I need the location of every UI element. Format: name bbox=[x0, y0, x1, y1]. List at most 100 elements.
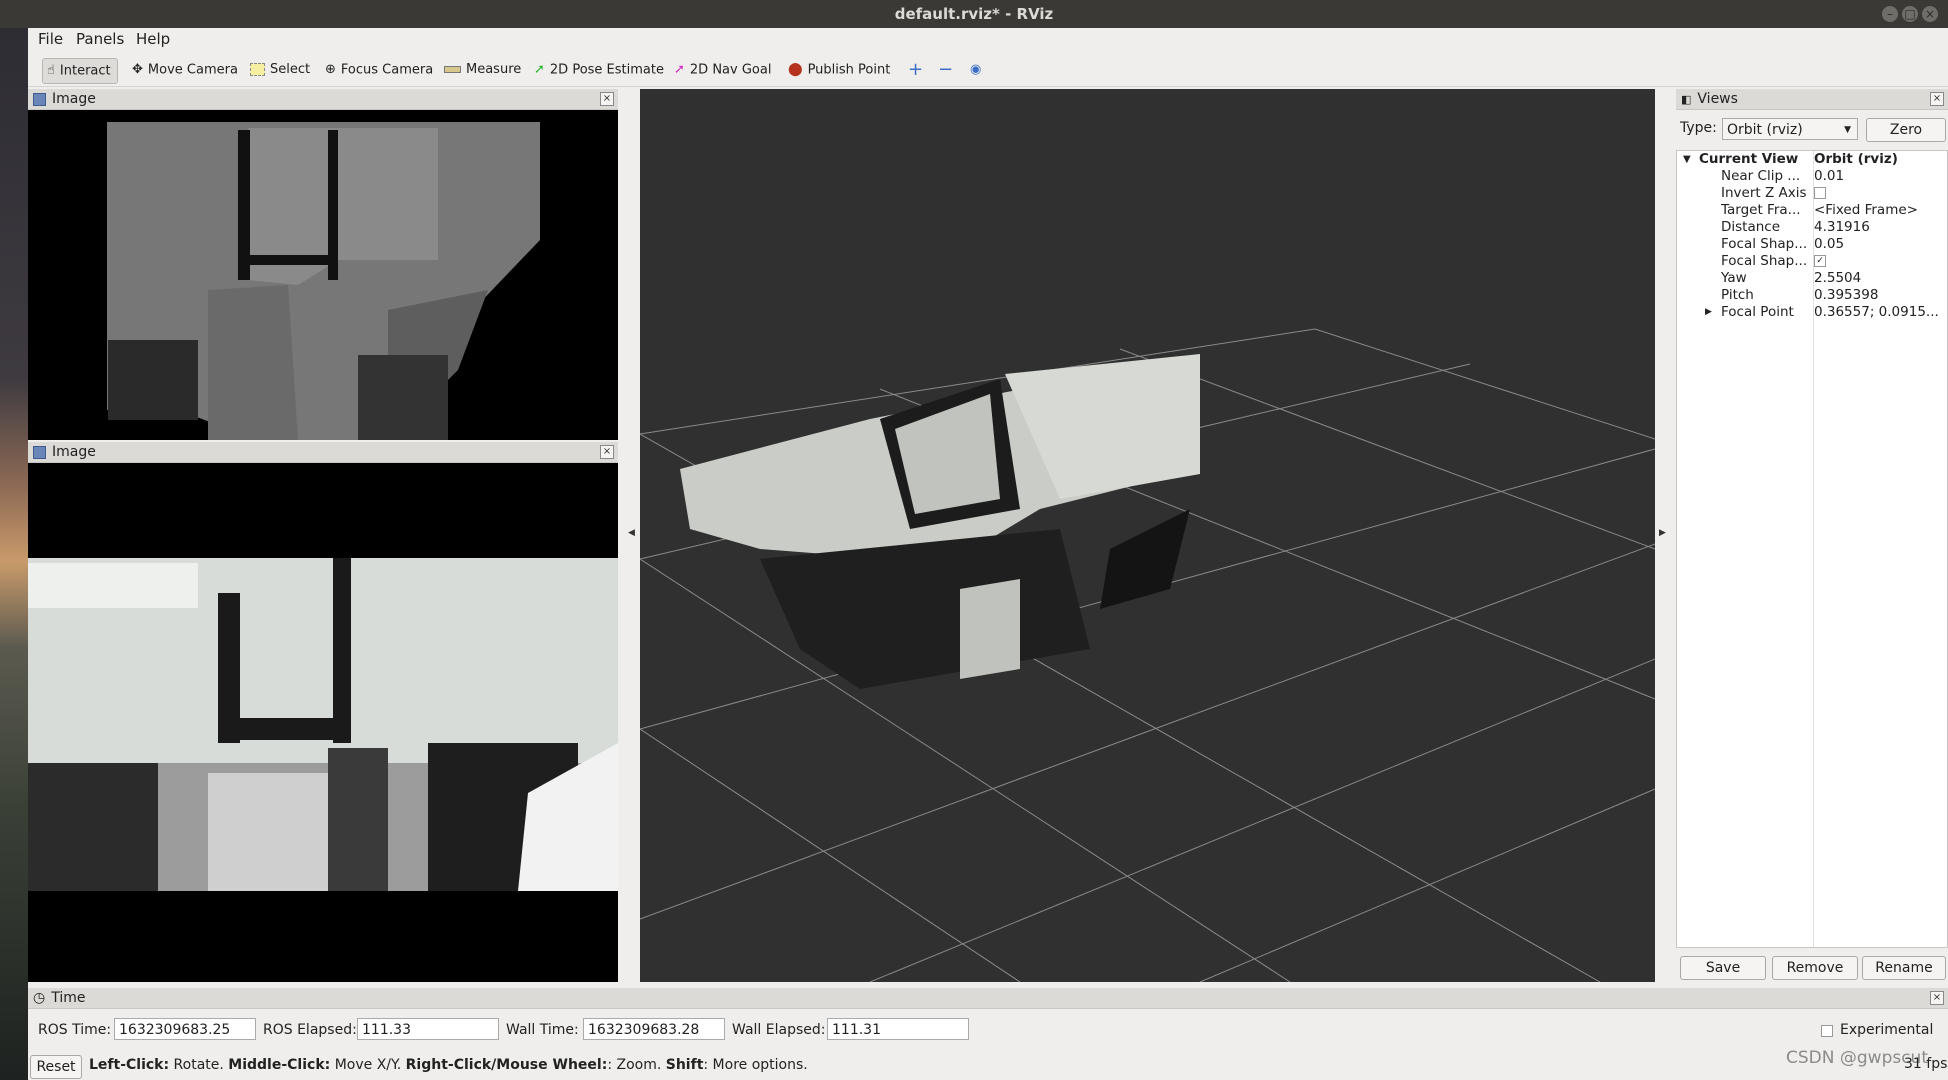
invert-z-checkbox[interactable] bbox=[1814, 187, 1826, 199]
point-cloud-chair bbox=[1100, 509, 1190, 609]
select-box-icon bbox=[250, 63, 265, 76]
expand-right-icon[interactable]: ▶ bbox=[1705, 304, 1712, 321]
property-value[interactable]: 0.01 bbox=[1814, 168, 1944, 185]
hint-left-click: Left-Click: bbox=[89, 1057, 170, 1073]
chair-left bbox=[28, 763, 158, 891]
tree-row[interactable]: ▶ Focal Point 0.36557; 0.0915... bbox=[1677, 304, 1947, 321]
tree-row[interactable]: Distance 4.31916 bbox=[1677, 219, 1947, 236]
hint-middle-desc: Move X/Y. bbox=[330, 1057, 406, 1073]
tree-row[interactable]: Near Clip ... 0.01 bbox=[1677, 168, 1947, 185]
tree-row[interactable]: Focal Shap... ✓ bbox=[1677, 253, 1947, 270]
property-value[interactable]: 0.05 bbox=[1814, 236, 1944, 253]
property-key: Yaw bbox=[1721, 270, 1747, 286]
rgb-image bbox=[28, 463, 618, 982]
ros-elapsed-field[interactable]: 111.33 bbox=[357, 1018, 499, 1040]
menu-panels[interactable]: Panels bbox=[76, 30, 124, 48]
image-panel-rgb: Image × bbox=[28, 442, 618, 982]
focus-camera-tool-button[interactable]: ⊕ Focus Camera bbox=[321, 58, 439, 82]
panel-icon bbox=[33, 445, 46, 459]
save-button[interactable]: Save bbox=[1680, 956, 1766, 980]
property-value[interactable]: <Fixed Frame> bbox=[1814, 202, 1944, 219]
property-value[interactable]: 4.31916 bbox=[1814, 219, 1944, 236]
render-svg bbox=[640, 328, 1655, 982]
tree-row[interactable]: Invert Z Axis bbox=[1677, 185, 1947, 202]
eye-dropdown-icon[interactable]: ◉ bbox=[966, 58, 987, 82]
collapse-left-icon[interactable]: ◀ bbox=[628, 528, 635, 538]
status-hint: Left-Click: Rotate. Middle-Click: Move X… bbox=[89, 1057, 808, 1073]
ros-time-label: ROS Time: bbox=[38, 1022, 112, 1038]
zero-button[interactable]: Zero bbox=[1866, 118, 1946, 142]
wall-time-field[interactable]: 1632309683.28 bbox=[583, 1018, 725, 1040]
publish-point-tool-button[interactable]: ⬤ Publish Point bbox=[784, 58, 896, 82]
move-camera-tool-button[interactable]: ✥ Move Camera bbox=[128, 58, 244, 82]
hand-icon: ☝ bbox=[47, 63, 55, 78]
experimental-label: Experimental bbox=[1840, 1022, 1934, 1038]
add-tool-icon[interactable]: + bbox=[904, 58, 929, 82]
rename-button[interactable]: Rename bbox=[1862, 956, 1946, 980]
menu-help[interactable]: Help bbox=[136, 30, 170, 48]
hint-shift: Shift bbox=[665, 1057, 704, 1073]
property-key: Focal Point bbox=[1721, 304, 1794, 320]
chevron-down-icon: ▼ bbox=[1844, 125, 1851, 135]
remove-tool-icon[interactable]: − bbox=[934, 58, 959, 82]
tree-row[interactable]: Focal Shap... 0.05 bbox=[1677, 236, 1947, 253]
view-properties-tree: ▼ Current View Orbit (rviz) Near Clip ..… bbox=[1676, 150, 1948, 948]
desk-drawer bbox=[208, 773, 338, 891]
reset-button[interactable]: Reset bbox=[30, 1055, 82, 1079]
nav-goal-tool-button[interactable]: ➚ 2D Nav Goal bbox=[670, 58, 777, 82]
tree-row[interactable]: Target Fra... <Fixed Frame> bbox=[1677, 202, 1947, 219]
crosshair-icon: ⊕ bbox=[325, 62, 336, 77]
depth-shadow-a bbox=[108, 340, 198, 420]
remove-button[interactable]: Remove bbox=[1772, 956, 1858, 980]
grid-line bbox=[1314, 328, 1655, 440]
grid-line bbox=[640, 728, 1021, 982]
collapse-right-icon[interactable]: ▶ bbox=[1659, 528, 1666, 538]
close-icon[interactable]: × bbox=[600, 445, 614, 459]
wall-elapsed-field[interactable]: 111.31 bbox=[827, 1018, 969, 1040]
current-view-key: Current View bbox=[1699, 151, 1799, 167]
image-panel-header: Image × bbox=[28, 442, 618, 463]
tree-row-current-view[interactable]: ▼ Current View Orbit (rviz) bbox=[1677, 151, 1947, 168]
publish-point-label: Publish Point bbox=[807, 62, 891, 78]
time-title: Time bbox=[51, 990, 86, 1006]
hint-left-desc: Rotate. bbox=[169, 1057, 229, 1073]
expand-icon[interactable]: ▼ bbox=[1683, 151, 1691, 168]
image-panel-header: Image × bbox=[28, 89, 618, 110]
clock-icon: ◷ bbox=[33, 990, 46, 1006]
property-value[interactable]: 0.36557; 0.0915... bbox=[1814, 304, 1944, 321]
air-conditioner bbox=[28, 563, 198, 608]
maximize-icon[interactable]: □ bbox=[1902, 6, 1918, 22]
depth-edge-c bbox=[248, 255, 338, 265]
point-cloud-shadow bbox=[760, 529, 1090, 689]
panel-title: Image bbox=[52, 91, 96, 107]
close-window-icon[interactable]: × bbox=[1922, 6, 1938, 22]
menu-file[interactable]: File bbox=[38, 30, 63, 48]
views-panel-header: ◧ Views × bbox=[1676, 89, 1948, 110]
close-icon[interactable]: × bbox=[600, 92, 614, 106]
view-type-select[interactable]: Orbit (rviz) ▼ bbox=[1722, 118, 1858, 140]
close-icon[interactable]: × bbox=[1930, 991, 1944, 1005]
property-value[interactable]: 2.5504 bbox=[1814, 270, 1944, 287]
depth-image bbox=[28, 110, 618, 440]
pose-estimate-tool-button[interactable]: ➚ 2D Pose Estimate bbox=[530, 58, 670, 82]
minimize-icon[interactable]: – bbox=[1882, 6, 1898, 22]
measure-tool-button[interactable]: Measure bbox=[440, 58, 527, 82]
select-tool-button[interactable]: Select bbox=[246, 58, 316, 82]
experimental-checkbox[interactable] bbox=[1821, 1025, 1833, 1037]
tree-row[interactable]: Pitch 0.395398 bbox=[1677, 287, 1947, 304]
focal-shape-checkbox[interactable]: ✓ bbox=[1814, 255, 1826, 267]
property-value[interactable]: 0.395398 bbox=[1814, 287, 1944, 304]
property-key: Invert Z Axis bbox=[1721, 185, 1807, 201]
measure-label: Measure bbox=[466, 62, 522, 77]
interact-tool-button[interactable]: ☝ Interact bbox=[42, 58, 118, 84]
hint-middle-click: Middle-Click: bbox=[228, 1057, 331, 1073]
current-view-value: Orbit (rviz) bbox=[1814, 151, 1898, 167]
tree-row[interactable]: Yaw 2.5504 bbox=[1677, 270, 1947, 287]
views-icon: ◧ bbox=[1681, 93, 1692, 106]
pipe-right bbox=[333, 558, 351, 743]
property-key: Distance bbox=[1721, 219, 1781, 235]
close-icon[interactable]: × bbox=[1930, 92, 1944, 106]
time-panel-header: ◷ Time × bbox=[28, 988, 1948, 1009]
3d-render-view[interactable] bbox=[640, 89, 1655, 982]
ros-time-field[interactable]: 1632309683.25 bbox=[114, 1018, 256, 1040]
